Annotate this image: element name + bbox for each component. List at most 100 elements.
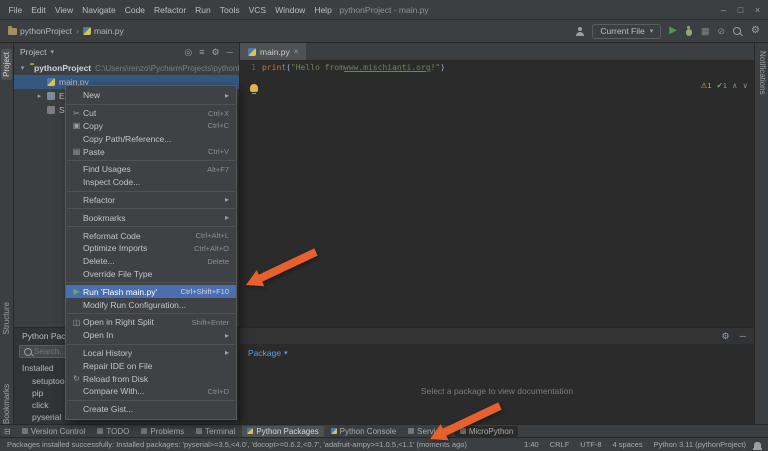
context-menu-item[interactable]: ▤ Paste Ctrl+V: [66, 145, 236, 161]
context-menu-item[interactable]: ◫ Open in Right Split Shift+Enter: [66, 316, 236, 329]
tool-window-tab[interactable]: Python Console: [326, 426, 401, 437]
breadcrumb-project[interactable]: pythonProject: [8, 25, 72, 36]
tool-window-icon: [330, 428, 337, 434]
menu-bar-item[interactable]: Tools: [215, 0, 244, 20]
menu-bar-item[interactable]: Edit: [27, 0, 51, 20]
context-menu-item[interactable]: Optimize Imports Ctrl+Alt+O: [66, 242, 236, 255]
tool-strip-notifications[interactable]: Notifications: [757, 48, 768, 98]
context-menu-item[interactable]: Refactor: [66, 194, 236, 210]
menu-item-shortcut: Alt+F7: [207, 164, 229, 174]
status-widget[interactable]: UTF-8: [580, 440, 601, 449]
menu-item-icon: ↻: [73, 374, 80, 384]
menu-bar-item[interactable]: Window: [271, 0, 310, 20]
tree-root-row[interactable]: ▾ pythonProject C:\Users\renzo\PycharmPr…: [14, 61, 239, 75]
search-icon: [24, 347, 32, 356]
context-menu-item[interactable]: Copy Path/Reference...: [66, 132, 236, 145]
chevron-down-icon[interactable]: ▾: [19, 64, 26, 72]
menu-bar-item[interactable]: Run: [191, 0, 216, 20]
menu-item-shortcut: [225, 195, 229, 204]
context-menu-item[interactable]: ↻ Reload from Disk: [66, 372, 236, 385]
status-widget[interactable]: 4 spaces: [613, 440, 643, 449]
menu-item-icon: ✂: [73, 108, 80, 118]
close-tab-icon[interactable]: ×: [294, 47, 299, 56]
tool-window-tab[interactable]: Problems: [136, 426, 189, 437]
context-menu-item[interactable]: Local History: [66, 347, 236, 360]
menu-bar-item[interactable]: View: [50, 0, 77, 20]
settings-icon[interactable]: ⚙: [212, 47, 220, 58]
menu-bar-item[interactable]: VCS: [244, 0, 270, 20]
search-everywhere-icon[interactable]: [733, 27, 742, 35]
expand-arrow-icon[interactable]: ▸: [36, 92, 43, 100]
breadcrumb: pythonProject › main.py: [8, 25, 124, 36]
code-with-me-icon[interactable]: [575, 26, 584, 36]
context-menu-item[interactable]: Modify Run Configuration...: [66, 298, 236, 314]
menu-item-shortcut: Ctrl+Shift+F10: [180, 287, 229, 297]
context-menu-item[interactable]: Find Usages Alt+F7: [66, 163, 236, 176]
notifications-bell-icon[interactable]: [753, 441, 762, 450]
python-file-icon: [82, 27, 91, 35]
settings-icon[interactable]: ⚙: [722, 331, 730, 342]
close-button[interactable]: ×: [749, 0, 766, 20]
hide-panel-icon[interactable]: ─: [227, 47, 233, 57]
context-menu-item[interactable]: Open In: [66, 329, 236, 345]
empty-state-text: Select a package to view documentation: [420, 386, 574, 396]
menu-bar-item[interactable]: Navigate: [78, 0, 121, 20]
right-tool-strip: Notifications: [754, 43, 768, 437]
status-widget[interactable]: 1:40: [524, 440, 539, 449]
context-menu-item[interactable]: Create Gist...: [66, 403, 236, 416]
tool-window-tab[interactable]: Python Packages: [242, 425, 324, 437]
prev-problem-icon[interactable]: ∧: [732, 81, 738, 90]
menu-item-label: Delete...: [83, 256, 115, 267]
intention-bulb-icon[interactable]: [250, 84, 258, 94]
next-problem-icon[interactable]: ∨: [743, 81, 749, 90]
chevron-down-icon[interactable]: ▾: [50, 48, 54, 56]
context-menu-item[interactable]: Compare With... Ctrl+D: [66, 385, 236, 401]
menu-item-shortcut: Shift+Enter: [191, 317, 229, 327]
inspections-widget[interactable]: ⚠1 ✔1 ∧ ∨: [701, 81, 748, 90]
tool-strip-structure[interactable]: Structure: [1, 299, 12, 337]
context-menu-item[interactable]: ✂ Cut Ctrl+X: [66, 107, 236, 120]
line-number: 1: [251, 63, 256, 72]
context-menu-item[interactable]: Override File Type: [66, 268, 236, 284]
menu-bar-item[interactable]: Refactor: [150, 0, 191, 20]
tool-window-icon: [97, 428, 104, 434]
context-menu-item[interactable]: New: [66, 89, 236, 105]
tool-window-tab[interactable]: Version Control: [17, 426, 91, 437]
tool-strip-project[interactable]: Project: [1, 49, 12, 80]
package-link[interactable]: Package ▾: [248, 348, 288, 358]
menu-item-label: Run 'Flash main.py': [83, 286, 158, 297]
profiler-icon[interactable]: ▦: [701, 26, 710, 37]
context-menu-item[interactable]: Inspect Code...: [66, 176, 236, 192]
editor-tab-main-py[interactable]: main.py ×: [240, 43, 307, 60]
stop-icon[interactable]: ⊘: [717, 26, 725, 37]
menu-bar-item[interactable]: Code: [120, 0, 149, 20]
menu-item-shortcut: Ctrl+X: [207, 108, 229, 118]
tool-window-tab[interactable]: TODO: [92, 426, 134, 437]
code-hyperlink[interactable]: www.mischianti.org: [344, 63, 431, 72]
context-menu-item[interactable]: ▶ Run 'Flash main.py' Ctrl+Shift+F10: [66, 285, 236, 299]
hide-panel-icon[interactable]: ─: [740, 331, 746, 341]
menu-item-shortcut: Ctrl+Alt+L: [195, 231, 229, 241]
locate-file-icon[interactable]: ◎: [184, 47, 192, 58]
context-menu-item[interactable]: Reformat Code Ctrl+Alt+L: [66, 229, 236, 242]
annotation-arrow-run: [246, 248, 318, 287]
menu-bar-item[interactable]: Help: [310, 0, 336, 20]
status-widget[interactable]: CRLF: [550, 440, 570, 449]
tool-strip-bookmarks[interactable]: Bookmarks: [1, 381, 12, 427]
menu-bar-item[interactable]: File: [4, 0, 27, 20]
context-menu-item[interactable]: Delete... Delete: [66, 255, 236, 268]
collapse-all-icon[interactable]: ≡: [199, 47, 204, 57]
breadcrumb-file[interactable]: main.py: [82, 26, 124, 36]
maximize-button[interactable]: □: [732, 0, 749, 20]
debug-button[interactable]: [685, 26, 693, 36]
tool-windows-toggle-icon[interactable]: ⊟: [4, 427, 11, 436]
minimize-button[interactable]: –: [715, 0, 732, 20]
tool-window-tab[interactable]: Terminal: [191, 426, 240, 437]
status-widget[interactable]: Python 3.11 (pythonProject): [654, 440, 746, 449]
context-menu-item[interactable]: Bookmarks: [66, 211, 236, 227]
run-button[interactable]: ▶: [669, 26, 677, 36]
context-menu-item[interactable]: ▣ Copy Ctrl+C: [66, 120, 236, 133]
settings-icon[interactable]: ⚙: [751, 26, 760, 36]
context-menu-item[interactable]: Repair IDE on File: [66, 359, 236, 372]
run-configuration-selector[interactable]: Current File ▾: [592, 23, 662, 39]
